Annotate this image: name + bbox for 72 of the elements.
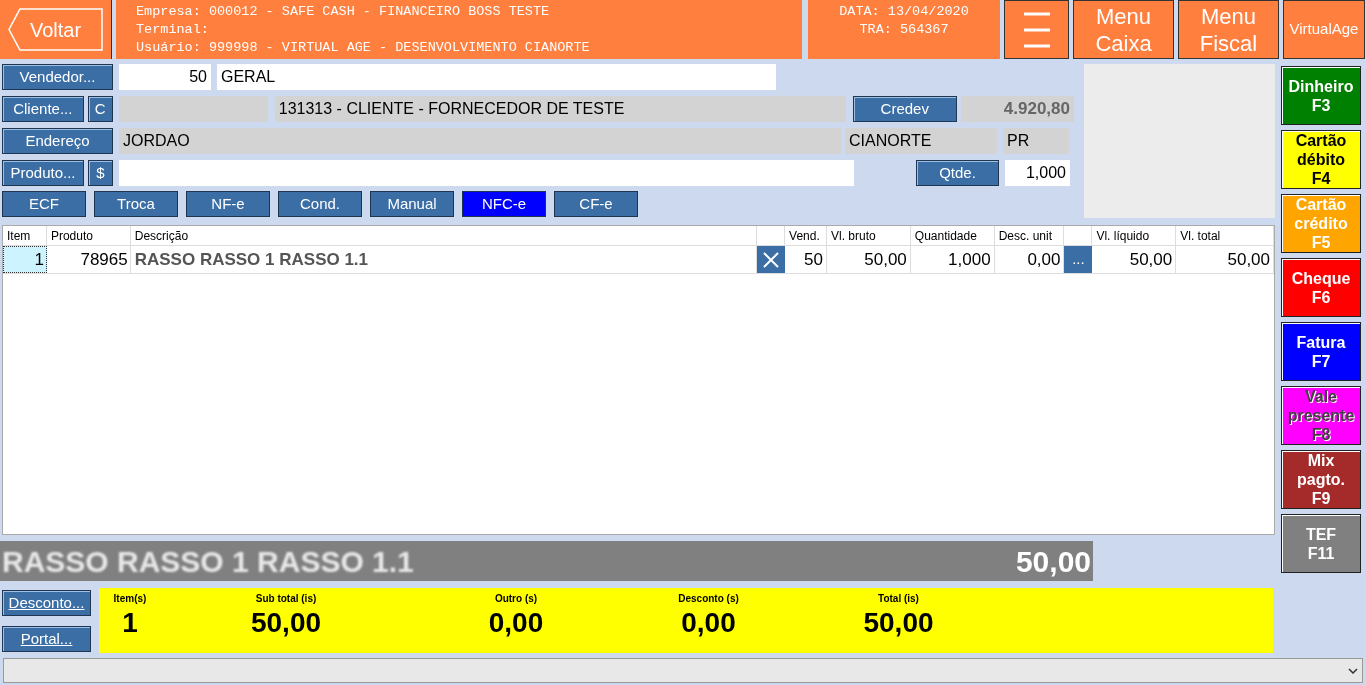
brand-label: VirtualAge (1283, 0, 1365, 59)
product-input[interactable] (119, 160, 854, 186)
current-item-value: 50,00 (1015, 543, 1091, 580)
table-cell: 50,00 (1176, 246, 1274, 273)
column-header: Vl. bruto (827, 226, 911, 245)
discount-button[interactable]: Desconto... (2, 590, 91, 616)
total-label: Desconto (s) (678, 592, 739, 606)
mode-tab[interactable]: ECF (2, 191, 86, 217)
total-value: 1 (122, 606, 138, 640)
payment-button[interactable]: Cartão débito F4 (1281, 130, 1361, 189)
date-line: DATA: 13/04/2020 (839, 3, 969, 21)
table-cell: 1 (3, 246, 47, 273)
remove-item-button[interactable] (757, 246, 786, 273)
payment-button[interactable]: Fatura F7 (1281, 322, 1361, 381)
column-header: Vl. líquido (1092, 226, 1177, 245)
menu-button[interactable] (1004, 0, 1069, 59)
payment-button[interactable]: Mix pagto. F9 (1281, 450, 1361, 509)
total-label: Outro (s) (494, 592, 538, 606)
mode-tab[interactable]: Cond. (278, 191, 362, 217)
back-arrow-outline-icon (8, 8, 103, 51)
quantity-field: 1,000 (1005, 160, 1070, 186)
column-header: Item (3, 226, 47, 245)
seller-button[interactable]: Vendedor... (2, 64, 113, 90)
address-city: CIANORTE (845, 128, 997, 154)
column-header: Quantidade (910, 226, 995, 245)
chevron-down-icon (1348, 667, 1358, 674)
total-label: Total (is) (878, 592, 919, 606)
quantity-button[interactable]: Qtde. (916, 160, 999, 186)
close-icon (763, 251, 780, 268)
address-street: JORDAO (119, 128, 841, 154)
table-cell: 50,00 (1092, 246, 1177, 273)
portal-button[interactable]: Portal... (2, 626, 91, 652)
column-header: Produto (46, 226, 131, 245)
payment-button[interactable]: Dinheiro F3 (1281, 66, 1361, 125)
table-cell: 1,000 (910, 246, 995, 273)
address-state: PR (1003, 128, 1069, 154)
table-cell: 50 (785, 246, 827, 273)
current-item-description: RASSO RASSO 1 RASSO 1.1 (2, 543, 414, 580)
column-header: Vl. total (1176, 226, 1274, 245)
session-info-line: Empresa: 000012 - SAFE CASH - FINANCEIRO BOSS TESTE (136, 3, 551, 21)
total-label: Sub total (is) (255, 592, 317, 606)
table-cell: 78965 (46, 246, 131, 273)
mode-tab[interactable]: Troca (94, 191, 178, 217)
total-value: 0,00 (488, 606, 544, 640)
product-button[interactable]: Produto... (2, 160, 84, 186)
client-button[interactable]: Cliente... (2, 96, 84, 122)
date-line: TRA: 564367 (859, 21, 949, 39)
column-header: Vend. (785, 226, 827, 245)
total-value: 50,00 (863, 606, 934, 640)
seller-name: GERAL (217, 64, 776, 90)
client-clear-button[interactable]: C (87, 96, 113, 122)
credev-button[interactable]: Credev (853, 96, 957, 122)
mode-tab[interactable]: NF-e (186, 191, 270, 217)
payment-button[interactable]: Cheque F6 (1281, 258, 1361, 317)
address-button[interactable]: Endereço (2, 128, 113, 154)
table-cell: 50,00 (827, 246, 911, 273)
mode-tab[interactable]: NFC-e (462, 191, 546, 217)
session-info-line: Terminal: (136, 21, 210, 39)
payment-button[interactable]: TEF F11 (1281, 514, 1361, 573)
total-value: 0,00 (681, 606, 736, 640)
client-name: 131313 - CLIENTE - FORNECEDOR DE TESTE (274, 96, 846, 122)
client-balance: 4.920,80 (960, 96, 1074, 122)
mode-tab[interactable]: CF-e (554, 191, 638, 217)
column-header: Descrição (130, 226, 758, 245)
column-header: Desc. unit (994, 226, 1065, 245)
seller-code: 50 (119, 64, 211, 90)
item-details-button[interactable]: ... (1064, 246, 1093, 273)
total-label: Item(s) (113, 592, 147, 606)
session-info-line: Usuário: 999998 - VIRTUAL AGE - DESENVOLVIMENTO CIANORTE (136, 39, 591, 57)
total-value: 50,00 (250, 606, 322, 640)
price-button[interactable]: $ (88, 160, 113, 186)
mode-tab[interactable]: Manual (370, 191, 454, 217)
